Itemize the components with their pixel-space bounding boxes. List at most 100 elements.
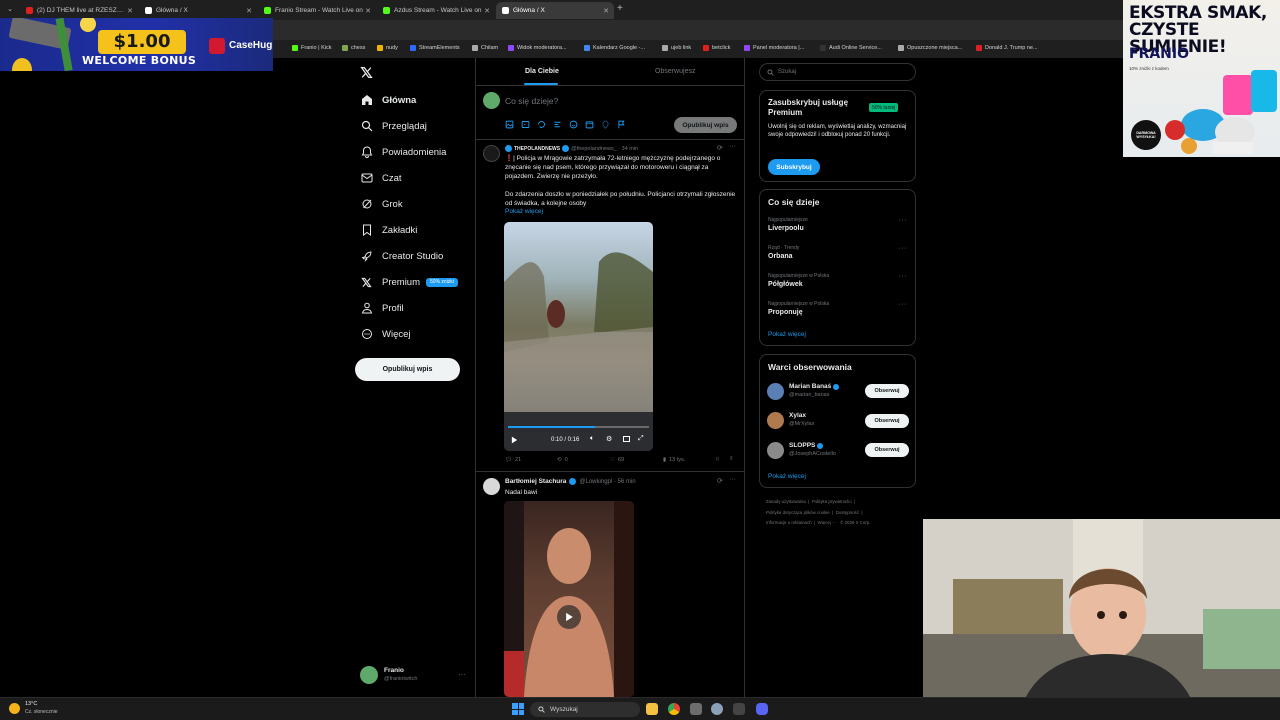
settings-icon[interactable] — [711, 703, 723, 715]
close-icon[interactable]: ✕ — [484, 7, 490, 15]
poll-icon[interactable] — [553, 120, 562, 129]
more-dots-icon[interactable]: ··· — [899, 301, 908, 308]
follow-name[interactable]: Marian Banaś — [789, 383, 840, 390]
bookmark[interactable]: Panel moderatora |... — [744, 45, 804, 51]
weather-temp[interactable]: 13°C — [25, 701, 37, 707]
follow-button[interactable]: Obserwuj — [865, 443, 909, 457]
sidebar-item-home[interactable]: Główna — [360, 89, 416, 111]
follow-name[interactable]: Xylax — [789, 412, 806, 419]
follow-button[interactable]: Obserwuj — [865, 384, 909, 398]
gif-icon[interactable] — [521, 120, 530, 129]
show-more-link[interactable]: Pokaż więcej — [505, 208, 543, 215]
image-icon[interactable] — [505, 120, 514, 129]
repost-button[interactable]: ⟲ 0 — [557, 457, 568, 463]
share-icon[interactable]: ⇪ — [729, 456, 734, 462]
bookmark[interactable]: Widok moderatora... — [508, 45, 567, 51]
x-logo-icon[interactable] — [360, 66, 373, 79]
bookmark[interactable]: Kalendarz Google -... — [584, 45, 645, 51]
sidebar-item-premium[interactable]: Premium 50% zniżki — [360, 271, 458, 293]
follow-name[interactable]: SLOPPS — [789, 442, 824, 449]
footer-link[interactable]: Dostępność — [836, 510, 859, 515]
trend-item[interactable]: Najpopularniejsze w Polska Proponuję — [768, 301, 908, 323]
volume-icon[interactable]: 🔈︎ — [590, 435, 594, 443]
bookmark[interactable]: Donald J. Trump ne... — [976, 45, 1038, 51]
chrome-icon[interactable] — [668, 703, 680, 715]
tab-following[interactable]: Obserwujesz — [655, 68, 695, 75]
footer-link[interactable]: Więcej ··· — [818, 520, 837, 525]
flag-icon[interactable] — [617, 120, 626, 129]
sidebar-item-bookmarks[interactable]: Zakładki — [360, 219, 417, 241]
search-input[interactable]: Szukaj — [759, 63, 916, 81]
tweet-handle[interactable]: @Lowkingpl · 56 min — [579, 479, 635, 485]
bookmark[interactable]: StreamElements — [410, 45, 460, 51]
bookmark[interactable]: Chilam — [472, 45, 498, 51]
more-dots-icon[interactable]: ··· — [729, 476, 736, 483]
avatar[interactable] — [767, 442, 784, 459]
account-switcher[interactable]: Franio @franiotwitch ··· — [360, 664, 470, 688]
windows-start-icon[interactable] — [512, 703, 524, 715]
tab-for-you[interactable]: Dla Ciebie — [525, 68, 559, 75]
footer-link[interactable]: Polityka prywatności — [812, 499, 852, 504]
more-dots-icon[interactable]: ··· — [899, 273, 908, 280]
location-icon[interactable] — [601, 120, 610, 129]
sidebar-item-profile[interactable]: Profil — [360, 297, 404, 319]
app-icon[interactable] — [690, 703, 702, 715]
taskbar-search[interactable]: Wyszukaj — [530, 702, 640, 717]
sidebar-item-explore[interactable]: Przeglądaj — [360, 115, 427, 137]
browser-tab[interactable]: Franio Stream - Watch Live on ✕ — [258, 2, 376, 19]
bookmark[interactable]: ujeb link — [662, 45, 691, 51]
discord-icon[interactable] — [756, 703, 768, 715]
browser-tab[interactable]: (2) DJ THEM live at RZESZOW ✕ — [20, 2, 138, 19]
footer-link[interactable]: Zasady użytkowania — [766, 499, 806, 504]
trend-item[interactable]: Najpopularniejsze w Polska Półgłówek — [768, 273, 908, 295]
tab-menu-icon[interactable]: ⌄ — [4, 4, 16, 16]
footer-link[interactable]: Informacje o reklamach — [766, 520, 812, 525]
tweet-video[interactable]: 0:10 / 0:16 🔈︎ ⚙ ⤢ — [504, 222, 653, 451]
sidebar-item-notifications[interactable]: Powiadomienia — [360, 141, 446, 163]
play-icon[interactable] — [557, 605, 581, 629]
footer-link[interactable]: Polityka dotycząca plików cookie — [766, 510, 830, 515]
close-icon[interactable]: ✕ — [603, 7, 609, 15]
avatar[interactable] — [767, 412, 784, 429]
close-icon[interactable]: ✕ — [246, 7, 252, 15]
bookmark[interactable]: nudy — [377, 45, 398, 51]
like-button[interactable]: ♡ 69 — [610, 457, 624, 463]
browser-tab[interactable]: Główna / X ✕ — [139, 2, 257, 19]
trend-item[interactable]: Rząd · Trendy Orbana — [768, 245, 908, 267]
more-dots-icon[interactable]: ··· — [899, 245, 908, 252]
sidebar-item-more[interactable]: Więcej — [360, 323, 411, 345]
schedule-icon[interactable] — [585, 120, 594, 129]
bookmark[interactable]: betclick — [703, 45, 730, 51]
weather-icon[interactable] — [9, 703, 20, 714]
new-tab-button[interactable]: + — [617, 3, 623, 14]
reply-button[interactable]: 💬︎ 21 — [505, 457, 521, 463]
more-dots-icon[interactable]: ··· — [729, 143, 736, 150]
emoji-icon[interactable] — [569, 120, 578, 129]
settings-icon[interactable]: ⚙ — [606, 435, 612, 443]
tweet-avatar[interactable] — [483, 145, 500, 162]
avatar[interactable] — [767, 383, 784, 400]
sidebar-item-grok[interactable]: Grok — [360, 193, 403, 215]
bookmark[interactable]: Opuszczone miejsca... — [898, 45, 962, 51]
browser-tab-active[interactable]: Główna / X ✕ — [496, 2, 614, 19]
bookmark-icon[interactable]: ⌑ — [716, 457, 719, 463]
tweet-author[interactable]: THEPOLANDNEWS — [514, 146, 560, 152]
bookmark[interactable]: Franio | Kick — [292, 45, 331, 51]
grok-image-icon[interactable] — [537, 120, 546, 129]
grok-icon[interactable]: ⟳ — [717, 477, 723, 485]
browser-tab[interactable]: Azdus Stream - Watch Live on ✕ — [377, 2, 495, 19]
composer-input[interactable]: Co się dzieje? — [505, 96, 558, 106]
file-explorer-icon[interactable] — [646, 703, 658, 715]
follow-button[interactable]: Obserwuj — [865, 414, 909, 428]
bookmark[interactable]: Audi Online Service... — [820, 45, 882, 51]
post-button[interactable]: Opublikuj wpis — [355, 358, 460, 381]
sidebar-item-creator-studio[interactable]: Creator Studio — [360, 245, 443, 267]
fullscreen-icon[interactable]: ⤢ — [638, 435, 644, 443]
grok-icon[interactable]: ⟳ — [717, 144, 723, 152]
tweet-handle[interactable]: @thepolandnews_ · 34 min — [571, 146, 638, 152]
trend-item[interactable]: Najpopularniejsze Liverpoolu — [768, 217, 908, 239]
tweet-author[interactable]: Bartłomiej Stachura — [505, 478, 566, 485]
show-more-link[interactable]: Pokaż więcej — [768, 473, 806, 480]
tweet-avatar[interactable] — [483, 478, 500, 495]
composer-post-button[interactable]: Opublikuj wpis — [674, 117, 737, 133]
